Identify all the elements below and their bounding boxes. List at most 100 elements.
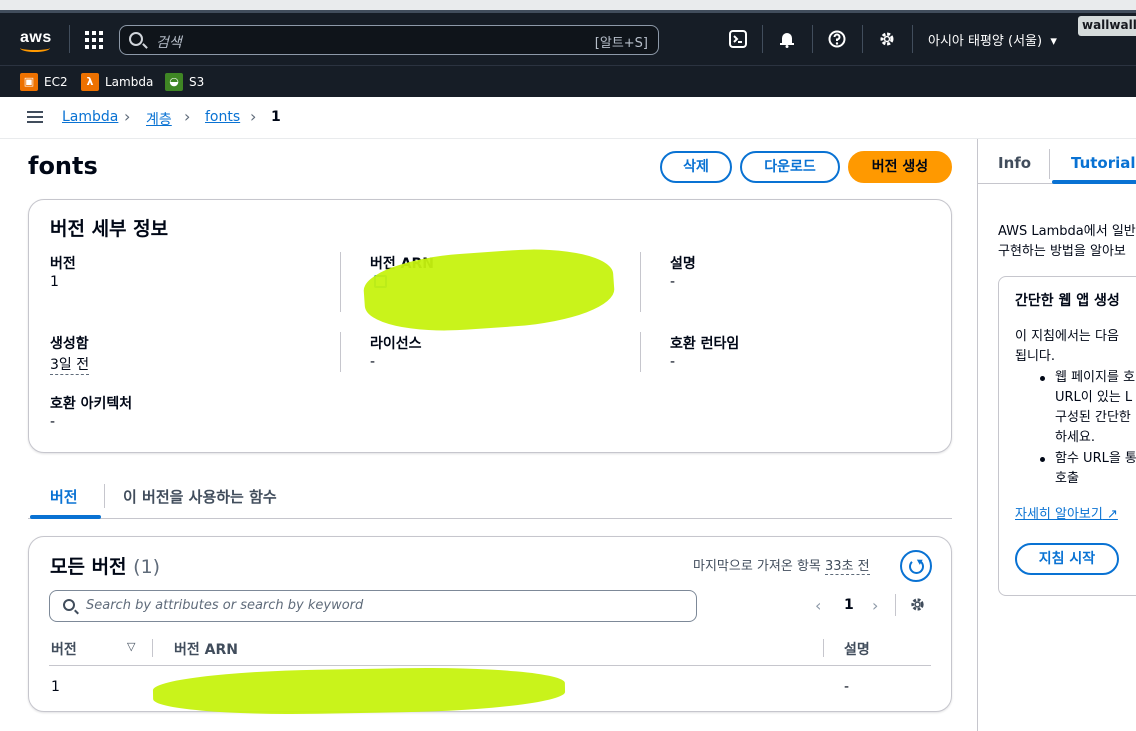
search-shortcut: [알트+S] [594,36,648,51]
bullet1-line3: 구성된 간단한 [1055,410,1131,425]
bullet2-line1: 함수 URL을 통 [1055,451,1136,466]
tutorial-title: 간단한 웹 앱 생성 [1015,293,1120,309]
gear-icon[interactable] [877,30,897,50]
versions-count: (1) [133,556,161,578]
breadcrumb-lambda[interactable]: Lambda [62,109,118,125]
cloudshell-icon[interactable] [728,30,748,50]
table-settings-gear-icon[interactable] [909,596,926,617]
aws-logo[interactable]: aws [20,27,54,52]
search-icon [63,599,75,611]
breadcrumb-layers[interactable]: 계층 [146,109,172,129]
all-versions-title: 모든 버전 (1) [50,552,160,579]
intro-text-line2: 구현하는 방법을 알아보 [998,244,1126,259]
next-page-icon[interactable]: › [872,596,878,615]
bullet1-line4: 하세요. [1055,430,1096,445]
header-divider [912,25,913,53]
refresh-button[interactable] [900,550,932,582]
last-fetched-time: 33초 전 [825,559,870,575]
license-label: 라이선스 [370,336,422,352]
ec2-icon: ▣ [20,73,38,91]
version-value: 1 [50,274,59,290]
sort-descending-icon[interactable]: ▽ [127,640,135,653]
delete-button[interactable]: 삭제 [660,151,732,183]
bullet1-line2: URL이 있는 L [1055,390,1133,405]
prev-page-icon[interactable]: ‹ [815,596,821,615]
chevron-right-icon: › [184,107,191,126]
breadcrumb-fonts[interactable]: fonts [205,109,240,125]
learn-more-link[interactable]: 자세히 알아보기 ↗ [1015,503,1118,522]
bullet1-line1: 웹 페이지를 호 [1055,370,1136,385]
favorite-lambda[interactable]: λ Lambda [81,72,153,92]
architecture-label: 호환 아키텍처 [50,396,133,412]
description-label: 설명 [670,256,696,272]
all-versions-heading: 모든 버전 [50,556,127,578]
filter-placeholder: Search by attributes or search by keywor… [86,598,364,613]
breadcrumb-current: 1 [271,109,281,125]
search-placeholder: 검색 [156,35,182,51]
create-version-button[interactable]: 버전 생성 [848,151,952,183]
column-header-version[interactable]: 버전 [51,639,77,659]
menu-icon[interactable] [27,111,43,123]
console-header: aws 검색 [알트+S] 아시아 태평양 (서울) ▾ [0,13,1136,65]
header-divider [862,25,863,53]
favorite-label: EC2 [44,75,68,89]
user-badge[interactable]: wallwall [1078,16,1136,36]
column-divider[interactable] [152,639,153,657]
tab-active-indicator [1052,180,1136,184]
details-title: 버전 세부 정보 [50,218,169,240]
help-panel: Info Tutorials AWS Lambda에서 일반 구현하는 방법을 … [977,139,1136,731]
column-header-arn[interactable]: 버전 ARN [174,639,238,659]
tab-versions[interactable]: 버전 [50,486,78,507]
created-value[interactable]: 3일 전 [50,354,90,375]
column-header-description[interactable]: 설명 [844,639,870,659]
global-search-input[interactable]: 검색 [알트+S] [119,25,659,55]
favorites-bar: ▣ EC2 λ Lambda ◒ S3 [0,65,1136,97]
architecture-value: - [50,414,56,430]
bullet-icon [1040,376,1045,381]
header-divider [69,25,70,53]
created-label: 생성함 [50,336,89,352]
favorite-label: Lambda [105,75,154,89]
column-divider[interactable] [823,639,824,657]
tab-divider [1049,149,1050,179]
favorite-ec2[interactable]: ▣ EC2 [20,72,68,92]
chevron-right-icon: › [250,107,257,126]
versions-filter-input[interactable]: Search by attributes or search by keywor… [49,590,697,622]
external-link-icon: ↗ [1107,507,1118,522]
column-divider [340,252,341,312]
learn-more-label: 자세히 알아보기 [1015,507,1103,522]
runtime-value: - [670,354,676,370]
redaction-mark [152,665,566,717]
table-cell-description: - [844,679,850,695]
bell-icon[interactable] [777,30,797,50]
tutorial-text-line1: 이 지침에서는 다음 [1015,329,1119,344]
column-divider [640,332,641,372]
favorite-s3[interactable]: ◒ S3 [165,72,204,92]
tab-functions-using-version[interactable]: 이 버전을 사용하는 함수 [123,486,277,507]
region-label: 아시아 태평양 (서울) [928,34,1043,49]
tab-active-indicator [30,515,101,519]
aws-smile-icon [20,44,50,52]
current-page[interactable]: 1 [844,597,854,613]
services-grid-icon[interactable] [85,31,103,49]
region-selector[interactable]: 아시아 태평양 (서울) ▾ [928,30,1057,49]
chevron-right-icon: › [124,107,131,126]
start-tutorial-button[interactable]: 지침 시작 [1015,543,1119,575]
bullet2-line2: 호출 [1055,471,1079,486]
help-icon[interactable] [827,30,847,50]
column-divider [640,252,641,312]
intro-text-line1: AWS Lambda에서 일반 [998,224,1136,239]
page-title: fonts [28,152,98,180]
last-fetched-prefix: 마지막으로 가져온 항목 [693,559,821,574]
bullet-icon [1040,457,1045,462]
all-versions-card: 모든 버전 (1) 마지막으로 가져온 항목 33초 전 Search by a… [28,536,952,717]
table-cell-version: 1 [51,679,60,695]
tab-tutorials[interactable]: Tutorials [1071,154,1136,172]
lambda-icon: λ [81,73,99,91]
favorite-label: S3 [189,75,205,89]
tab-info[interactable]: Info [998,154,1031,172]
download-button[interactable]: 다운로드 [740,151,840,183]
tab-divider [104,484,105,508]
s3-bucket-icon: ◒ [165,73,183,91]
version-label: 버전 [50,256,76,272]
